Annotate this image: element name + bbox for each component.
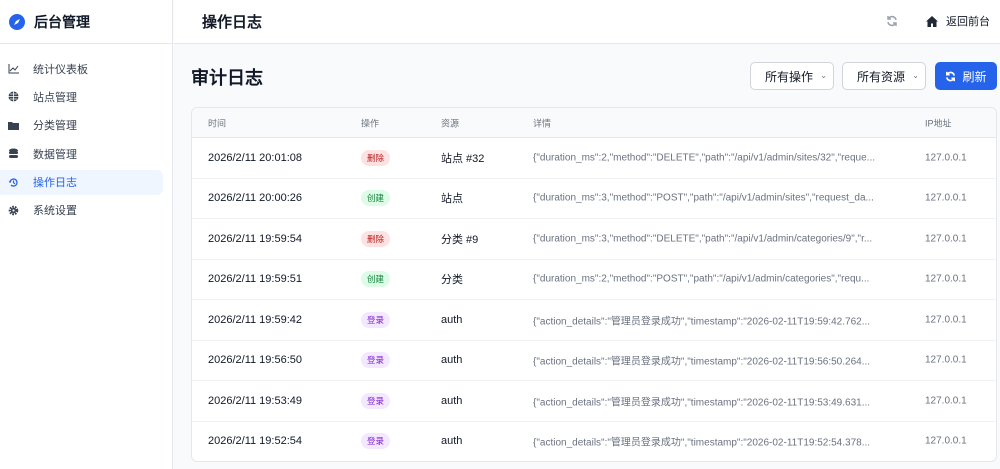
details-cell: {"action_details":"管理员登录成功","timestamp":…	[533, 316, 871, 328]
table-row: 2026/2/11 19:59:51 创建 分类 {"duration_ms":…	[192, 260, 996, 300]
details-cell: {"duration_ms":3,"method":"POST","path":…	[533, 192, 874, 204]
col-details: 详情	[533, 118, 552, 128]
table-row: 2026/2/11 20:01:08 删除 站点 #32 {"duration_…	[192, 138, 996, 179]
chevron-down-icon: ⌄	[912, 71, 919, 80]
compass-icon	[9, 13, 25, 30]
action-badge: 登录	[361, 392, 391, 409]
resource-cell: 站点 #32	[441, 152, 485, 165]
brand-title: 后台管理	[34, 13, 90, 30]
ip-cell: 127.0.0.1	[925, 233, 967, 245]
sidebar-nav: 统计仪表板站点管理分类管理数据管理操作日志系统设置	[0, 44, 172, 223]
table-row: 2026/2/11 19:52:54 登录 auth {"action_deta…	[192, 422, 996, 462]
folder-icon	[8, 121, 19, 130]
sidebar-item-label: 系统设置	[33, 205, 77, 218]
resource-cell: 分类 #9	[441, 233, 479, 246]
time-cell: 2026/2/11 19:52:54	[208, 435, 302, 448]
time-cell: 2026/2/11 20:00:26	[208, 192, 302, 205]
time-cell: 2026/2/11 20:01:08	[208, 151, 302, 164]
resource-cell: 站点	[441, 193, 463, 206]
sidebar-item-label: 站点管理	[33, 91, 77, 104]
table-header: 时间 操作 资源 详情 IP地址	[192, 108, 996, 138]
ip-cell: 127.0.0.1	[925, 152, 967, 164]
action-badge: 删除	[361, 230, 391, 247]
details-cell: {"action_details":"管理员登录成功","timestamp":…	[533, 437, 871, 449]
sidebar-item-4[interactable]: 操作日志	[0, 169, 163, 195]
ip-cell: 127.0.0.1	[925, 273, 967, 285]
home-icon	[926, 15, 938, 27]
time-cell: 2026/2/11 19:59:54	[208, 232, 302, 245]
action-filter-select[interactable]: 所有操作 ⌄	[750, 62, 834, 90]
resource-filter-select[interactable]: 所有资源 ⌄	[842, 62, 926, 90]
details-cell: {"duration_ms":2,"method":"DELETE","path…	[533, 152, 875, 164]
globe-icon	[8, 91, 19, 102]
chart-line-icon	[8, 64, 19, 74]
table-row: 2026/2/11 19:53:49 登录 auth {"action_deta…	[192, 381, 996, 422]
audit-log-table: 时间 操作 资源 详情 IP地址 2026/2/11 20:01:08 删除 站…	[191, 107, 997, 462]
page-title: 审计日志	[191, 68, 263, 88]
action-filter-value: 所有操作	[765, 69, 814, 84]
time-cell: 2026/2/11 19:59:42	[208, 313, 302, 326]
table-row: 2026/2/11 20:00:26 创建 站点 {"duration_ms":…	[192, 179, 996, 219]
sidebar-item-1[interactable]: 站点管理	[0, 84, 163, 109]
sidebar-item-2[interactable]: 分类管理	[0, 113, 163, 138]
brand: 后台管理	[0, 0, 172, 44]
refresh-label: 刷新	[962, 69, 987, 84]
gear-icon	[8, 205, 19, 216]
database-icon	[9, 148, 18, 159]
table-row: 2026/2/11 19:56:50 登录 auth {"action_deta…	[192, 341, 996, 381]
time-cell: 2026/2/11 19:59:51	[208, 273, 302, 286]
sidebar-item-label: 操作日志	[33, 177, 77, 190]
sidebar-item-label: 数据管理	[33, 148, 77, 161]
ip-cell: 127.0.0.1	[925, 192, 967, 204]
sidebar-item-label: 分类管理	[33, 120, 77, 133]
resource-cell: auth	[441, 435, 463, 448]
sidebar-item-5[interactable]: 系统设置	[0, 198, 163, 223]
action-badge: 创建	[361, 271, 391, 288]
ip-cell: 127.0.0.1	[925, 314, 967, 326]
details-cell: {"action_details":"管理员登录成功","timestamp":…	[533, 397, 871, 409]
action-badge: 创建	[361, 190, 391, 207]
resource-cell: auth	[441, 313, 463, 326]
resource-filter-value: 所有资源	[857, 69, 906, 84]
table-row: 2026/2/11 19:59:54 删除 分类 #9 {"duration_m…	[192, 219, 996, 260]
details-cell: {"duration_ms":3,"method":"DELETE","path…	[533, 233, 873, 245]
refresh-icon[interactable]	[886, 14, 898, 32]
chevron-down-icon: ⌄	[820, 71, 827, 80]
resource-cell: 分类	[441, 274, 463, 287]
sidebar-item-label: 统计仪表板	[33, 63, 88, 76]
header-title: 操作日志	[202, 14, 263, 31]
refresh-button[interactable]: 刷新	[935, 62, 997, 90]
time-cell: 2026/2/11 19:53:49	[208, 394, 302, 407]
col-ip: IP地址	[925, 118, 952, 128]
resource-cell: auth	[441, 394, 463, 407]
col-time: 时间	[208, 118, 227, 128]
details-cell: {"duration_ms":2,"method":"POST","path":…	[533, 273, 870, 285]
refresh-icon	[946, 71, 956, 81]
col-action: 操作	[361, 118, 380, 128]
resource-cell: auth	[441, 354, 463, 367]
sidebar: 后台管理 统计仪表板站点管理分类管理数据管理操作日志系统设置	[0, 0, 173, 469]
action-badge: 登录	[361, 311, 391, 328]
home-label: 返回前台	[946, 16, 990, 28]
sidebar-item-3[interactable]: 数据管理	[0, 141, 163, 166]
ip-cell: 127.0.0.1	[925, 354, 967, 366]
ip-cell: 127.0.0.1	[925, 395, 967, 407]
action-badge: 登录	[361, 352, 391, 369]
col-resource: 资源	[441, 118, 460, 128]
sidebar-item-0[interactable]: 统计仪表板	[0, 56, 163, 81]
history-icon	[8, 177, 18, 187]
action-badge: 登录	[361, 433, 391, 450]
home-link[interactable]: 返回前台	[926, 13, 990, 29]
time-cell: 2026/2/11 19:56:50	[208, 354, 302, 367]
top-bar: 操作日志 返回前台	[174, 0, 1000, 44]
ip-cell: 127.0.0.1	[925, 435, 967, 447]
table-row: 2026/2/11 19:59:42 登录 auth {"action_deta…	[192, 300, 996, 341]
details-cell: {"action_details":"管理员登录成功","timestamp":…	[533, 356, 871, 368]
action-badge: 删除	[361, 149, 391, 166]
